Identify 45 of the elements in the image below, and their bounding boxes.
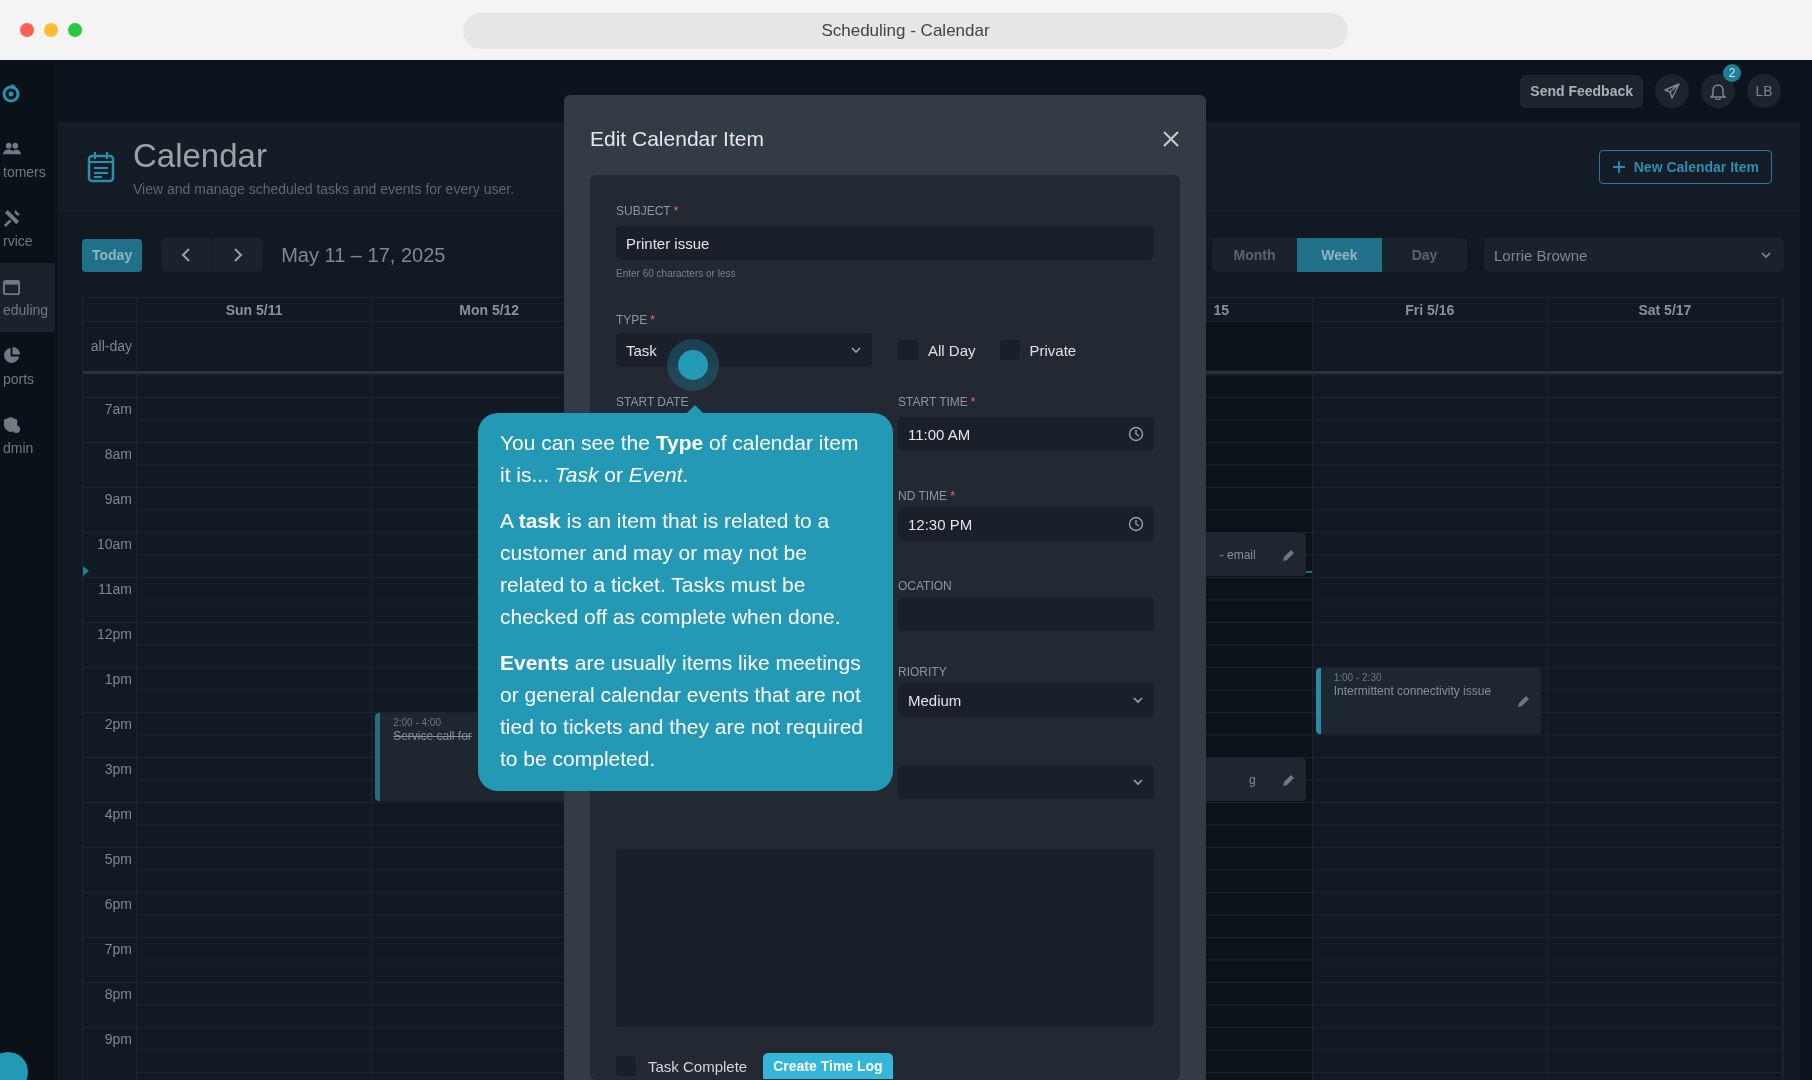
hour-label: 1pm [104, 671, 132, 689]
day-header: Sat 5/17 [1547, 297, 1783, 322]
field-hint: Enter 60 characters or less [616, 268, 737, 279]
hour-label: 3pm [104, 761, 132, 779]
field-label: START DATE [616, 395, 690, 409]
hour-label: 6pm [104, 896, 132, 914]
checkbox-label: Private [1029, 341, 1077, 359]
page-title: Calendar [133, 137, 267, 175]
hour-label: 7pm [104, 941, 132, 959]
hour-label: 8am [104, 446, 132, 464]
hour-label: 4pm [104, 806, 132, 824]
event-title: Intermittent connectivity issue [1333, 684, 1492, 698]
hour-label: 11am [98, 581, 132, 599]
checkbox-label: All Day [928, 341, 976, 359]
field-label: RIORITY [898, 665, 948, 679]
event-title: Service call for [393, 729, 472, 743]
all-day-label: all-day [83, 322, 137, 370]
tooltip-text: Events are usually items like meetings or general calendar events that are not tied to tickets and they are not required to be completed. [500, 650, 865, 772]
hour-label: 8pm [104, 986, 132, 1004]
notification-badge: 2 [1723, 64, 1741, 82]
hour-label: 7am [104, 401, 132, 419]
field-label: TYPE * [616, 313, 656, 327]
field-label: START TIME * [898, 395, 977, 409]
day-header: Fri 5/16 [1312, 297, 1548, 322]
checkbox-label: Task Complete [648, 1057, 748, 1075]
window-title: Scheduling - Calendar [463, 13, 1348, 49]
event-time: 2:00 - 4:00 [393, 717, 441, 728]
hour-label: 9pm [104, 1031, 132, 1049]
date-range: May 11 – 17, 2025 [281, 243, 446, 267]
hour-label: 10am [96, 536, 132, 554]
hour-label: 5pm [104, 851, 132, 869]
modal-title: Edit Calendar Item [590, 127, 764, 151]
field-label: SUBJECT * [616, 204, 680, 218]
page-subtitle: View and manage scheduled tasks and events for every user. [133, 181, 515, 197]
hour-label: 2pm [104, 716, 132, 734]
event-title: - email [1219, 547, 1256, 562]
day-header: Sun 5/11 [137, 297, 373, 322]
hour-label: 9am [104, 491, 132, 509]
event-time: 1:00 - 2:30 [1333, 672, 1382, 683]
tooltip-text: A task is an item that is related to a customer and may or may not be related to a ticket. Tasks must be checked off as complete when done. [500, 508, 842, 630]
hour-label: 12pm [96, 626, 132, 644]
field-label: OCATION [898, 579, 953, 593]
tooltip-text: You can see the Type of calendar item it is... Task or Event. [500, 430, 860, 488]
field-label: ND TIME * [898, 489, 956, 503]
event-title: g [1249, 772, 1256, 787]
